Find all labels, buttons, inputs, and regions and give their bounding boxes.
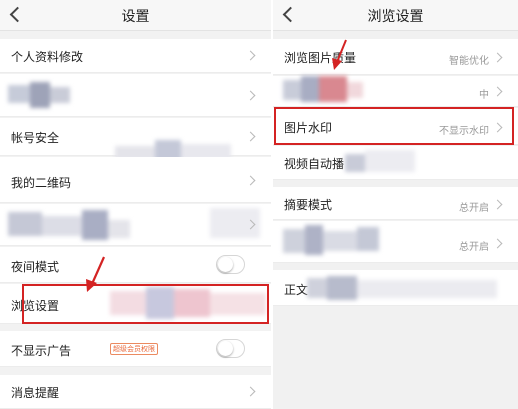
annotation-arrow-icon [332, 39, 347, 70]
annotation-arrow-icon [86, 256, 106, 292]
settings-screen: 设置 个人资料修改 帐号安全 我的二维码 夜间模式 浏览设置 不显示广告 超级会… [0, 0, 271, 409]
browse-settings-screen: 浏览设置 浏览图片质量 智能优化 中 图片水印 不显示水印 视频自动播 摘要模式 [273, 0, 518, 409]
